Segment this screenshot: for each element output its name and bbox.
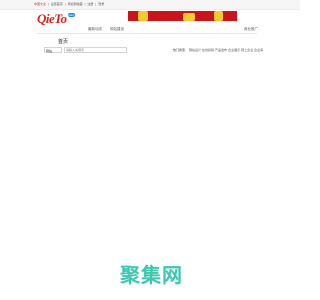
hot-keyword[interactable]: 企业库 xyxy=(254,48,263,52)
top-link-5[interactable]: 登录 xyxy=(98,2,104,6)
banner-glyph-1 xyxy=(138,11,148,21)
watermark-logo: 聚集网 xyxy=(120,264,184,286)
top-link-4[interactable]: 注册 xyxy=(87,2,93,6)
search-input[interactable] xyxy=(64,47,127,53)
search-bar: 网站 xyxy=(44,47,127,53)
hot-keyword[interactable]: 网上企业 xyxy=(241,48,253,52)
logo-badge: jieto xyxy=(67,13,76,17)
top-link-1[interactable]: 中国大全 xyxy=(34,2,46,6)
nav-item-news[interactable]: 最新动态 xyxy=(88,27,102,32)
hot-keywords-label: 热门搜索： xyxy=(173,48,189,52)
nav-item-promotion[interactable]: 商业推广 xyxy=(244,27,258,32)
top-separator-4: | xyxy=(95,2,97,6)
hot-keyword[interactable]: 在线投稿 xyxy=(202,48,214,52)
hot-keyword[interactable]: 产品发布 xyxy=(215,48,227,52)
top-link-2[interactable]: 设置首页 xyxy=(51,2,63,6)
banner-glyph-2 xyxy=(183,13,195,21)
site-logo[interactable]: QieTo jieto xyxy=(37,11,76,26)
nav-divider xyxy=(37,33,257,34)
top-link-3[interactable]: 添加到收藏 xyxy=(68,2,83,6)
header-banner[interactable] xyxy=(128,11,237,21)
hot-keyword[interactable]: 企业展示 xyxy=(228,48,240,52)
top-bar: 中国大全 | 设置首页 | 添加到收藏 | 注册 | 登录 xyxy=(0,0,300,10)
banner-glyph-3 xyxy=(214,11,223,21)
top-separator-3: | xyxy=(84,2,86,6)
search-category-select[interactable]: 网站 xyxy=(44,47,62,53)
top-separator-1: | xyxy=(48,2,49,6)
nav-item-website[interactable]: 网站建设 xyxy=(110,27,124,32)
hot-keyword[interactable]: 网站设计 xyxy=(189,48,201,52)
top-links: 中国大全 | 设置首页 | 添加到收藏 | 注册 | 登录 xyxy=(34,2,104,6)
logo-text: QieTo xyxy=(37,11,67,26)
watermark-text: 聚集网 xyxy=(120,263,183,287)
top-separator-2: | xyxy=(64,2,66,6)
tab-home[interactable]: 首页 xyxy=(58,38,68,45)
hot-keywords: 热门搜索： 网站设计 在线投稿 产品发布 企业展示 网上企业 企业库 xyxy=(173,48,263,52)
